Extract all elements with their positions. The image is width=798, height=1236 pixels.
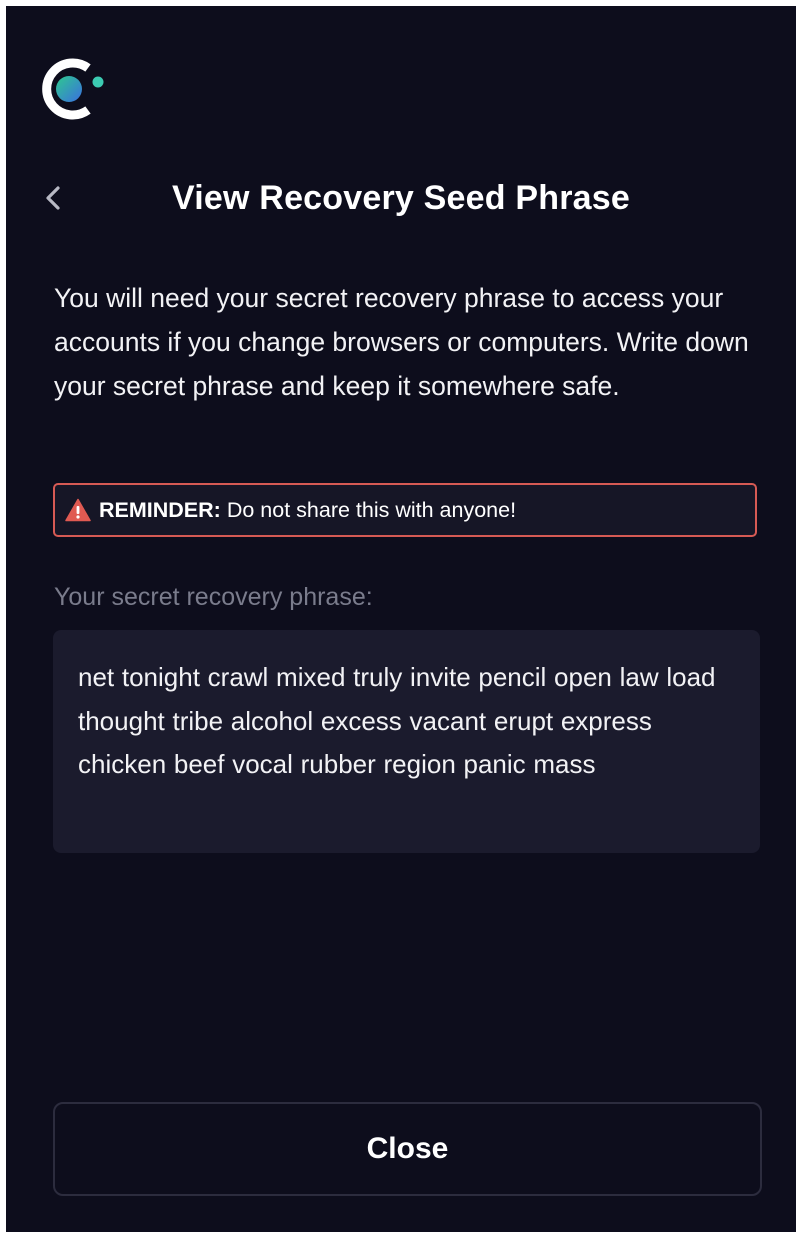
celo-logo-icon	[36, 56, 108, 122]
close-button[interactable]: Close	[53, 1102, 762, 1196]
seed-phrase-text[interactable]: net tonight crawl mixed truly invite pen…	[78, 656, 732, 787]
reminder-text: Do not share this with anyone!	[226, 497, 517, 522]
seed-phrase-box: net tonight crawl mixed truly invite pen…	[53, 630, 760, 853]
reminder-label: REMINDER:	[99, 497, 221, 522]
page-title: View Recovery Seed Phrase	[172, 179, 630, 217]
page-header: View Recovery Seed Phrase	[6, 168, 796, 228]
reminder-banner: REMINDER: Do not share this with anyone!	[53, 483, 757, 537]
app-screen: View Recovery Seed Phrase You will need …	[6, 6, 796, 1232]
phrase-label: Your secret recovery phrase:	[54, 583, 373, 611]
warning-triangle-icon	[65, 498, 91, 522]
description-text: You will need your secret recovery phras…	[54, 283, 749, 401]
